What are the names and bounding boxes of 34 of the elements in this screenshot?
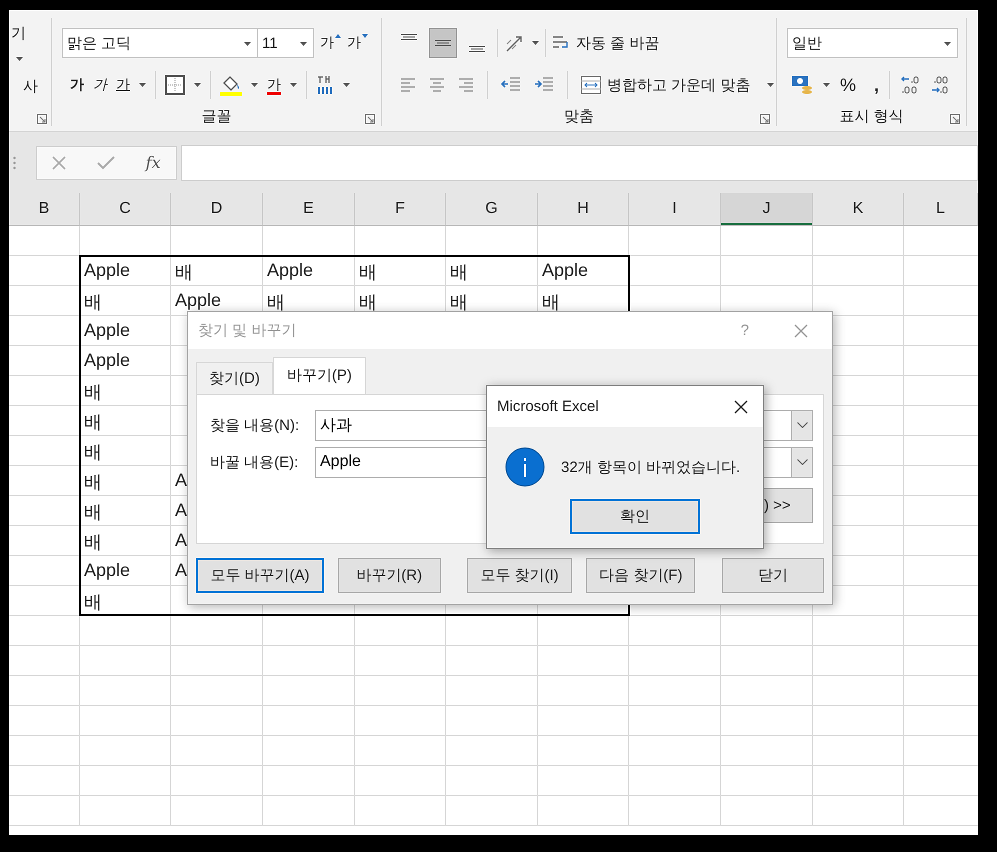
cell-text: A (175, 560, 188, 580)
cell-text: 배 (84, 502, 102, 522)
message-box-title: Microsoft Excel (497, 398, 599, 415)
cell-text: Apple (267, 260, 314, 280)
cell-text: 배 (84, 412, 102, 432)
cell-text: 배 (84, 592, 102, 612)
cell-text: Apple (175, 290, 222, 310)
replace-label: 바꿀 내용(E): (210, 452, 300, 472)
dialog-title: 찾기 및 바꾸기 (198, 321, 298, 340)
cell-text: 배 (359, 262, 377, 282)
cell-text: 배 (84, 472, 102, 492)
cell-text: 배 (450, 292, 468, 312)
cell-text: 배 (84, 382, 102, 402)
find-label: 찾을 내용(N): (210, 416, 300, 434)
cell-text: A (175, 530, 188, 550)
cell-text: A (175, 470, 188, 490)
message-text: 32개 항목이 바뀌었습니다. (561, 458, 740, 476)
group-label: 글꼴 (202, 108, 232, 125)
cell-text: A (175, 500, 188, 520)
cell-text: Apple (84, 260, 130, 280)
cell-text: 배 (84, 532, 102, 552)
group-label: 맞춤 (564, 108, 594, 125)
cell-text: 배 (450, 262, 468, 282)
cell-text: 배 (175, 262, 193, 282)
cell-text: 배 (359, 292, 377, 312)
cell-text: Apple (84, 350, 130, 370)
cell-text: 배 (84, 292, 102, 312)
cell-text: 배 (267, 292, 285, 312)
cell-text: Apple (84, 320, 130, 340)
group-label: 표시 형식 (839, 108, 904, 125)
cell-text: 배 (84, 442, 102, 462)
cell-text: Apple (542, 260, 588, 280)
cell-text: Apple (84, 560, 130, 580)
cell-text: 배 (542, 292, 560, 312)
